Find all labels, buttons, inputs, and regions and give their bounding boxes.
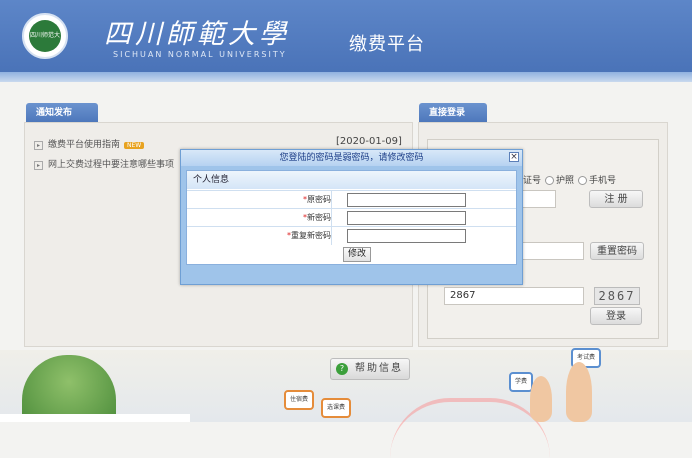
form-row-repeat-password: *重复新密码 bbox=[187, 226, 516, 245]
id-option-label: 证号 bbox=[523, 176, 542, 186]
reset-password-button[interactable]: 重置密码 bbox=[590, 242, 644, 260]
notice-item[interactable]: ▸ 网上交费过程中要注意哪些事项 bbox=[34, 157, 174, 170]
dialog-body: 个人信息 *原密码 *新密码 *重复新密码 修改 bbox=[186, 170, 517, 265]
captcha-input[interactable]: 2867 bbox=[444, 287, 584, 305]
old-password-input[interactable] bbox=[347, 193, 466, 207]
notice-title[interactable]: 网上交费过程中要注意哪些事项 bbox=[48, 160, 174, 170]
student-illustration bbox=[530, 376, 552, 422]
help-icon: ? bbox=[336, 363, 348, 375]
bubble-tuition: 学费 bbox=[509, 372, 534, 392]
help-button[interactable]: ? 帮助信息 bbox=[330, 358, 410, 380]
repeat-password-input[interactable] bbox=[347, 229, 466, 243]
field-label: *重复新密码 bbox=[187, 227, 332, 245]
arrow-icon: ▸ bbox=[34, 161, 43, 170]
id-option-label: 手机号 bbox=[589, 176, 617, 186]
dialog-title: 您登陆的密码是弱密码，请修改密码 bbox=[181, 150, 522, 166]
university-logo: 四川师范大学 bbox=[22, 13, 68, 59]
notice-title[interactable]: 缴费平台使用指南 bbox=[48, 140, 120, 150]
login-button[interactable]: 登录 bbox=[590, 307, 642, 325]
change-password-dialog: 您登陆的密码是弱密码，请修改密码 × 个人信息 *原密码 *新密码 *重复新密码… bbox=[180, 149, 523, 285]
tab-login[interactable]: 直接登录 bbox=[419, 103, 487, 123]
repeat-password-label: 重复新密码 bbox=[291, 231, 331, 240]
notice-item[interactable]: ▸ 缴费平台使用指南 NEW bbox=[34, 137, 145, 150]
header-strip bbox=[0, 72, 692, 82]
form-row-new-password: *新密码 bbox=[187, 208, 516, 227]
register-button[interactable]: 注 册 bbox=[589, 190, 643, 208]
id-option-label: 护照 bbox=[556, 176, 575, 186]
passport-radio[interactable] bbox=[545, 176, 555, 185]
logo-emblem: 四川师范大学 bbox=[29, 20, 61, 52]
close-icon[interactable]: × bbox=[509, 152, 519, 162]
tab-notice[interactable]: 通知发布 bbox=[26, 103, 98, 123]
old-password-label: 原密码 bbox=[307, 195, 331, 204]
section-title: 个人信息 bbox=[187, 171, 516, 189]
platform-title: 缴费平台 bbox=[349, 34, 425, 55]
help-label: 帮助信息 bbox=[355, 363, 403, 374]
id-type-options: 证号 护照 手机号 bbox=[523, 173, 616, 186]
new-password-label: 新密码 bbox=[307, 213, 331, 222]
bubble-course-fee: 选课费 bbox=[321, 398, 352, 418]
new-password-input[interactable] bbox=[347, 211, 466, 225]
new-badge: NEW bbox=[124, 142, 145, 149]
field-label: *新密码 bbox=[187, 209, 332, 227]
form-row-old-password: *原密码 bbox=[187, 190, 516, 209]
field-label: *原密码 bbox=[187, 191, 332, 209]
bubble-accommodation: 住宿费 bbox=[284, 390, 315, 410]
notice-date: [2020-01-09] bbox=[336, 136, 402, 147]
student-illustration bbox=[566, 362, 592, 422]
page-header: 四川师范大学 四川師範大學 SICHUAN NORMAL UNIVERSITY … bbox=[0, 0, 692, 72]
university-name-cn: 四川師範大學 bbox=[104, 19, 290, 50]
captcha-image[interactable]: 2867 bbox=[594, 287, 640, 305]
arrow-icon: ▸ bbox=[34, 141, 43, 150]
footer-strip bbox=[0, 414, 190, 422]
phone-radio[interactable] bbox=[578, 176, 588, 185]
modify-button[interactable]: 修改 bbox=[343, 247, 371, 262]
university-name-en: SICHUAN NORMAL UNIVERSITY bbox=[113, 50, 287, 59]
